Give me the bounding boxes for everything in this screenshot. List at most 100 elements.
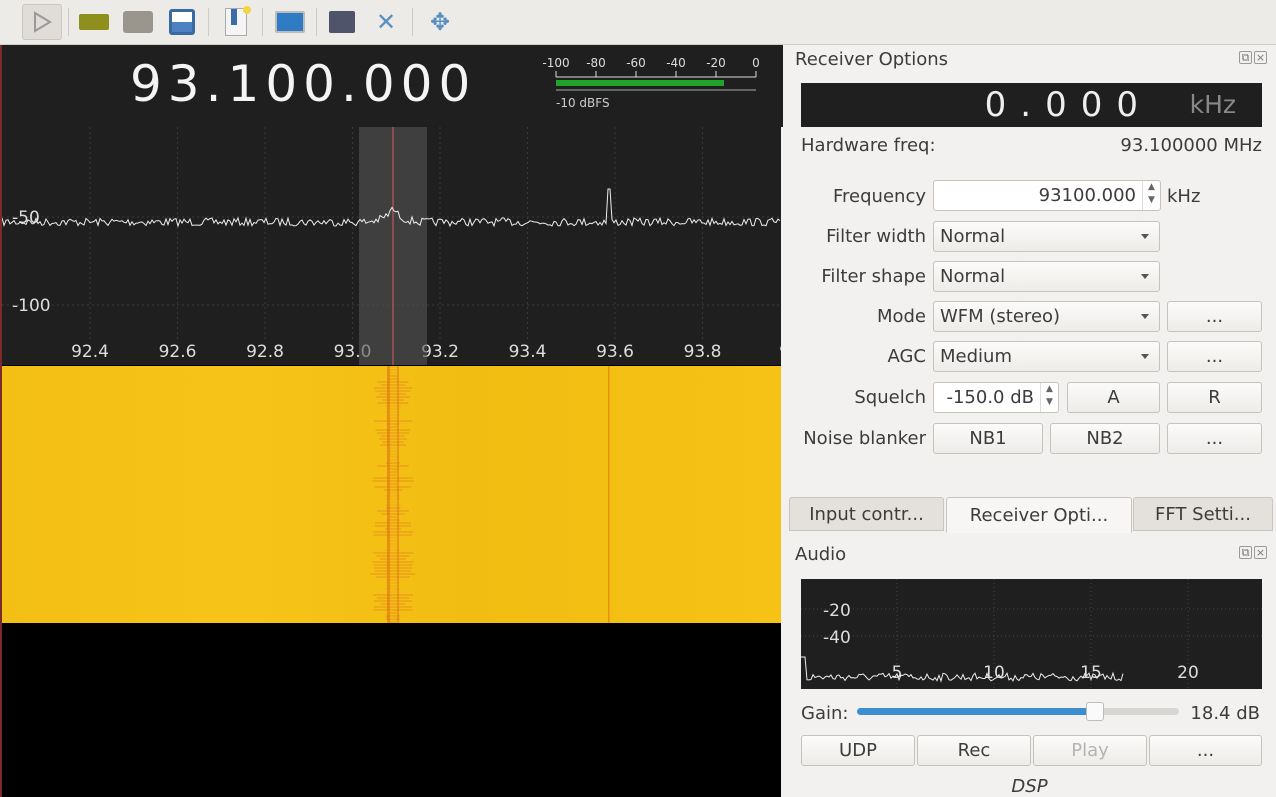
offset-value: 0.000 [984, 85, 1152, 125]
audio-title: Audio [795, 544, 847, 565]
chevron-down-icon [1141, 354, 1149, 359]
close-icon[interactable]: × [1254, 51, 1267, 64]
waterfall-signal-line [388, 471, 398, 473]
filter-shape-value: Normal [940, 266, 1006, 287]
save-icon[interactable] [166, 6, 198, 38]
waterfall-signal-line [389, 591, 397, 593]
waterfall-signal-line [372, 552, 414, 554]
gain-value: 18.4 dB [1190, 703, 1260, 724]
x-tick-label: 92.4 [71, 342, 109, 362]
squelch-input[interactable]: -150.0 dB ▲ ▼ [933, 382, 1059, 413]
mode-options-button[interactable]: ... [1167, 301, 1262, 332]
agc-options-button[interactable]: ... [1167, 341, 1262, 372]
offset-display[interactable]: 0.000 kHz [801, 83, 1262, 127]
waterfall-signal-line [373, 567, 413, 569]
squelch-reset-button[interactable]: R [1167, 382, 1262, 413]
waterfall-signal-line [373, 387, 413, 389]
frequency-display[interactable]: 93.100.000 -100 -80 -60 -40 -20 0 -10 dBFS [2, 45, 783, 127]
audio-options-button[interactable]: ... [1149, 735, 1262, 766]
mode-label: Mode [876, 306, 926, 327]
plotter-area: 93.100.000 -100 -80 -60 -40 -20 0 -10 dBFS 92.… [0, 45, 783, 797]
waterfall-signal-line [380, 603, 406, 605]
close-icon[interactable]: × [1254, 546, 1267, 559]
tab-receiver-options[interactable]: Receiver Opti... [946, 497, 1132, 533]
gain-slider[interactable] [857, 702, 1179, 721]
frequency-value: 93100.000 [1038, 185, 1136, 206]
frequency-unit: kHz [1167, 186, 1201, 207]
float-icon[interactable]: ⧉ [1239, 546, 1252, 559]
float-icon[interactable]: ⧉ [1239, 51, 1252, 64]
waterfall-signal-line [389, 474, 397, 476]
waterfall-signal-line [376, 597, 410, 599]
waterfall-signal-line [389, 483, 397, 485]
spectrum-plot[interactable]: 92.492.692.893.093.293.493.693.894-50-10… [2, 127, 781, 365]
bookmark-icon[interactable] [220, 6, 252, 38]
rec-button[interactable]: Rec [917, 735, 1031, 766]
waterfall-signal-line [374, 570, 412, 572]
spin-arrows-icon[interactable]: ▲ ▼ [1142, 181, 1160, 210]
filter-shape-label: Filter shape [821, 266, 926, 287]
separator [262, 8, 263, 36]
nb1-button[interactable]: NB1 [933, 423, 1043, 454]
udp-button[interactable]: UDP [801, 735, 915, 766]
tab-fft-settings[interactable]: FFT Setti... [1133, 497, 1273, 531]
gain-label: Gain: [801, 703, 849, 724]
waterfall-signal-line [374, 606, 412, 608]
tab-input-controls[interactable]: Input contr... [789, 497, 944, 531]
mode-select[interactable]: WFM (stereo) [933, 301, 1160, 332]
tools-icon[interactable]: ✕ [370, 6, 402, 38]
waterfall[interactable] [2, 366, 781, 623]
waterfall-carrier [608, 366, 610, 623]
meter-tick-label: -60 [626, 56, 646, 70]
frequency-input[interactable]: 93100.000 ▲ ▼ [933, 180, 1161, 211]
waterfall-signal-line [375, 396, 411, 398]
waterfall-signal-line [377, 432, 409, 434]
squelch-auto-button[interactable]: A [1067, 382, 1160, 413]
waterfall-signal-line [388, 546, 398, 548]
waterfall-signal-core [397, 366, 399, 623]
play-icon[interactable] [22, 4, 62, 40]
audio-fft-plot: -20-405 10 15 20 [801, 579, 1262, 689]
waterfall-signal-line [381, 435, 405, 437]
filter-width-label: Filter width [826, 226, 926, 247]
filter-shape-select[interactable]: Normal [933, 261, 1160, 292]
gain-slider-handle[interactable] [1086, 702, 1105, 721]
monitor-icon[interactable] [274, 6, 306, 38]
meter-tick-label: -80 [586, 56, 606, 70]
hardware-freq-label: Hardware freq: [801, 135, 936, 156]
waterfall-signal-line [389, 447, 397, 449]
spin-arrows-icon[interactable]: ▲ ▼ [1040, 383, 1058, 412]
hardware-icon[interactable] [78, 6, 110, 38]
waterfall-signal-line [389, 516, 397, 518]
waterfall-signal-line [389, 450, 397, 452]
waterfall-signal-line [380, 384, 406, 386]
squelch-value: -150.0 dB [946, 387, 1034, 408]
waterfall-signal-core [387, 366, 390, 623]
separator [412, 8, 413, 36]
agc-select[interactable]: Medium [933, 341, 1160, 372]
meter-tick-label: 0 [752, 56, 760, 70]
frequency-readout[interactable]: 93.100.000 [130, 55, 476, 113]
waterfall-signal-line [370, 573, 416, 575]
remote-control-icon[interactable] [326, 6, 358, 38]
waterfall-signal-line [373, 594, 413, 596]
waterfall-signal-line [389, 501, 397, 503]
waterfall-signal-line [389, 453, 397, 455]
play-button[interactable]: Play [1033, 735, 1147, 766]
meter-level-label: -10 dBFS [556, 96, 610, 110]
open-folder-icon[interactable] [122, 6, 154, 38]
waterfall-signal-line [372, 480, 414, 482]
nb2-button[interactable]: NB2 [1050, 423, 1160, 454]
mode-value: WFM (stereo) [940, 306, 1061, 327]
waterfall-signal-line [380, 558, 406, 560]
waterfall-signal-line [373, 534, 413, 536]
fullscreen-icon[interactable]: ✥ [424, 6, 456, 38]
waterfall-signal-line [377, 465, 409, 467]
waterfall-signal-line [374, 525, 412, 527]
squelch-label: Squelch [854, 387, 926, 408]
filter-width-select[interactable]: Normal [933, 221, 1160, 252]
nb-options-button[interactable]: ... [1167, 423, 1262, 454]
x-tick-label: 92.8 [246, 342, 284, 362]
waterfall-signal-line [374, 522, 412, 524]
chevron-down-icon [1141, 314, 1149, 319]
